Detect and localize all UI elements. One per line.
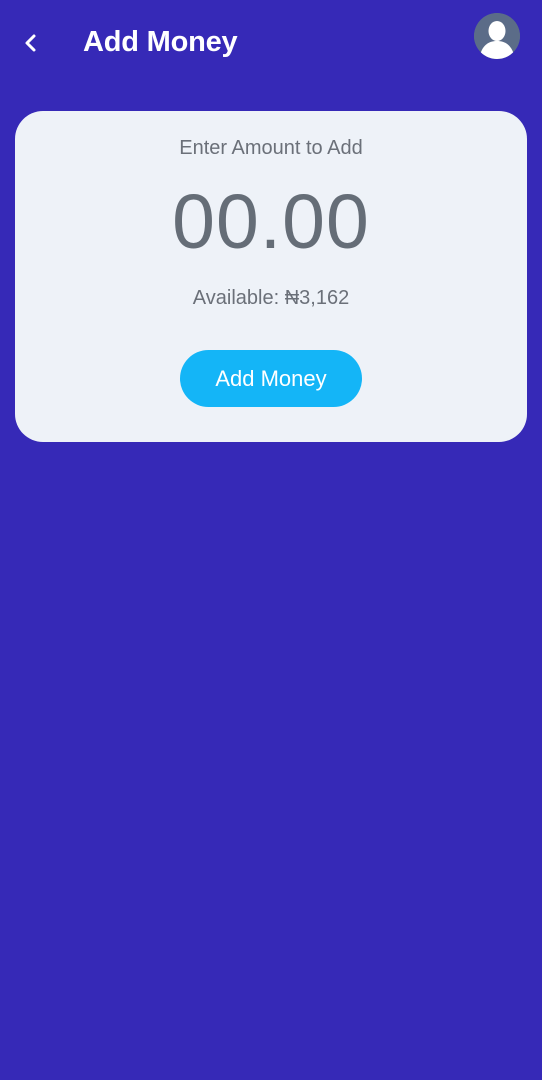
amount-prompt: Enter Amount to Add [179,137,363,159]
page-title: Add Money [83,26,238,58]
user-avatar-icon [474,13,520,59]
avatar[interactable] [474,13,520,59]
back-button[interactable] [14,26,48,60]
amount-input[interactable]: 00.00 [15,179,527,265]
available-balance: Available: ₦3,162 [192,287,350,309]
add-money-button[interactable]: Add Money [180,350,362,407]
chevron-left-icon [25,34,36,52]
app-header: Add Money [0,0,542,88]
add-money-card: Enter Amount to Add 00.00 Available: ₦3,… [15,111,527,442]
